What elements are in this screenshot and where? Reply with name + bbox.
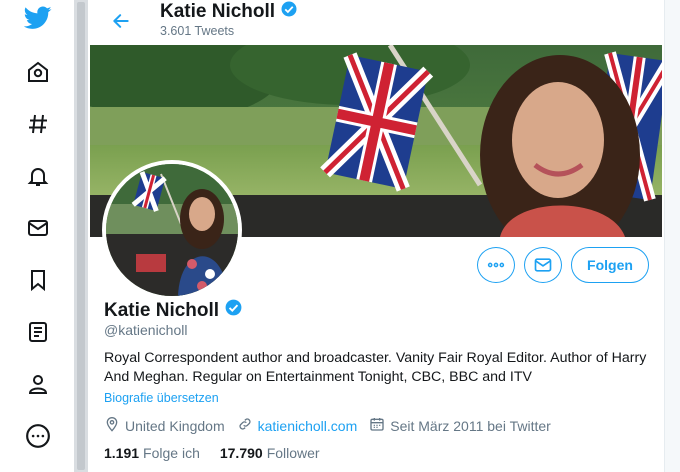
joined-text: Seit März 2011 bei Twitter — [390, 417, 551, 434]
scrollbar-thumb[interactable] — [77, 2, 85, 470]
back-arrow-icon[interactable] — [106, 6, 136, 36]
link-icon — [237, 416, 253, 435]
follow-button[interactable]: Folgen — [571, 247, 649, 283]
hashtag-icon[interactable] — [22, 108, 54, 140]
profile-stats: 1.191 Folge ich 17.790 Follower — [104, 445, 320, 461]
profile-header-bar: Katie Nicholl 3.601 Tweets — [88, 0, 664, 44]
profile-name: Katie Nicholl — [104, 299, 220, 321]
right-panel-edge — [664, 0, 680, 472]
location-pin-icon — [104, 416, 120, 435]
header-title: Katie Nicholl — [160, 0, 298, 24]
bell-icon[interactable] — [22, 160, 54, 192]
location-text: United Kingdom — [125, 417, 225, 434]
joined-item: Seit März 2011 bei Twitter — [369, 416, 551, 435]
verified-badge-icon — [224, 298, 243, 323]
home-icon[interactable] — [22, 56, 54, 88]
tweet-count: 3.601 Tweets — [160, 24, 235, 38]
translate-bio-link[interactable]: Biografie übersetzen — [104, 391, 219, 405]
profile-main: Katie Nicholl 3.601 Tweets Folgen Katie … — [88, 0, 664, 472]
following-count: 1.191 — [104, 445, 140, 461]
followers-stat[interactable]: 17.790 Follower — [220, 445, 320, 461]
profile-avatar[interactable] — [102, 160, 242, 300]
header-name: Katie Nicholl — [160, 1, 276, 22]
following-label: Folge ich — [143, 445, 200, 461]
profile-icon[interactable] — [22, 368, 54, 400]
calendar-icon — [369, 416, 385, 435]
followers-count: 17.790 — [219, 445, 263, 461]
profile-bio: Royal Correspondent author and broadcast… — [104, 350, 647, 385]
followers-label: Follower — [266, 445, 320, 461]
twitter-logo-icon[interactable] — [22, 2, 54, 34]
more-icon[interactable] — [22, 420, 54, 452]
mail-icon[interactable] — [22, 212, 54, 244]
location-item: United Kingdom — [104, 416, 225, 435]
profile-meta: United Kingdom katienicholl.com Seit Mär… — [104, 416, 563, 435]
verified-badge-icon — [280, 0, 298, 24]
sidebar-nav — [0, 0, 74, 472]
page-scrollbar[interactable] — [74, 0, 88, 472]
more-options-button[interactable] — [477, 247, 515, 283]
following-stat[interactable]: 1.191 Folge ich — [104, 445, 200, 461]
bookmark-icon[interactable] — [22, 264, 54, 296]
profile-name-row: Katie Nicholl — [104, 298, 243, 323]
message-button[interactable] — [524, 247, 562, 283]
website-item: katienicholl.com — [237, 416, 358, 435]
list-icon[interactable] — [22, 316, 54, 348]
website-link[interactable]: katienicholl.com — [258, 418, 358, 434]
profile-handle: @katienicholl — [104, 322, 188, 338]
